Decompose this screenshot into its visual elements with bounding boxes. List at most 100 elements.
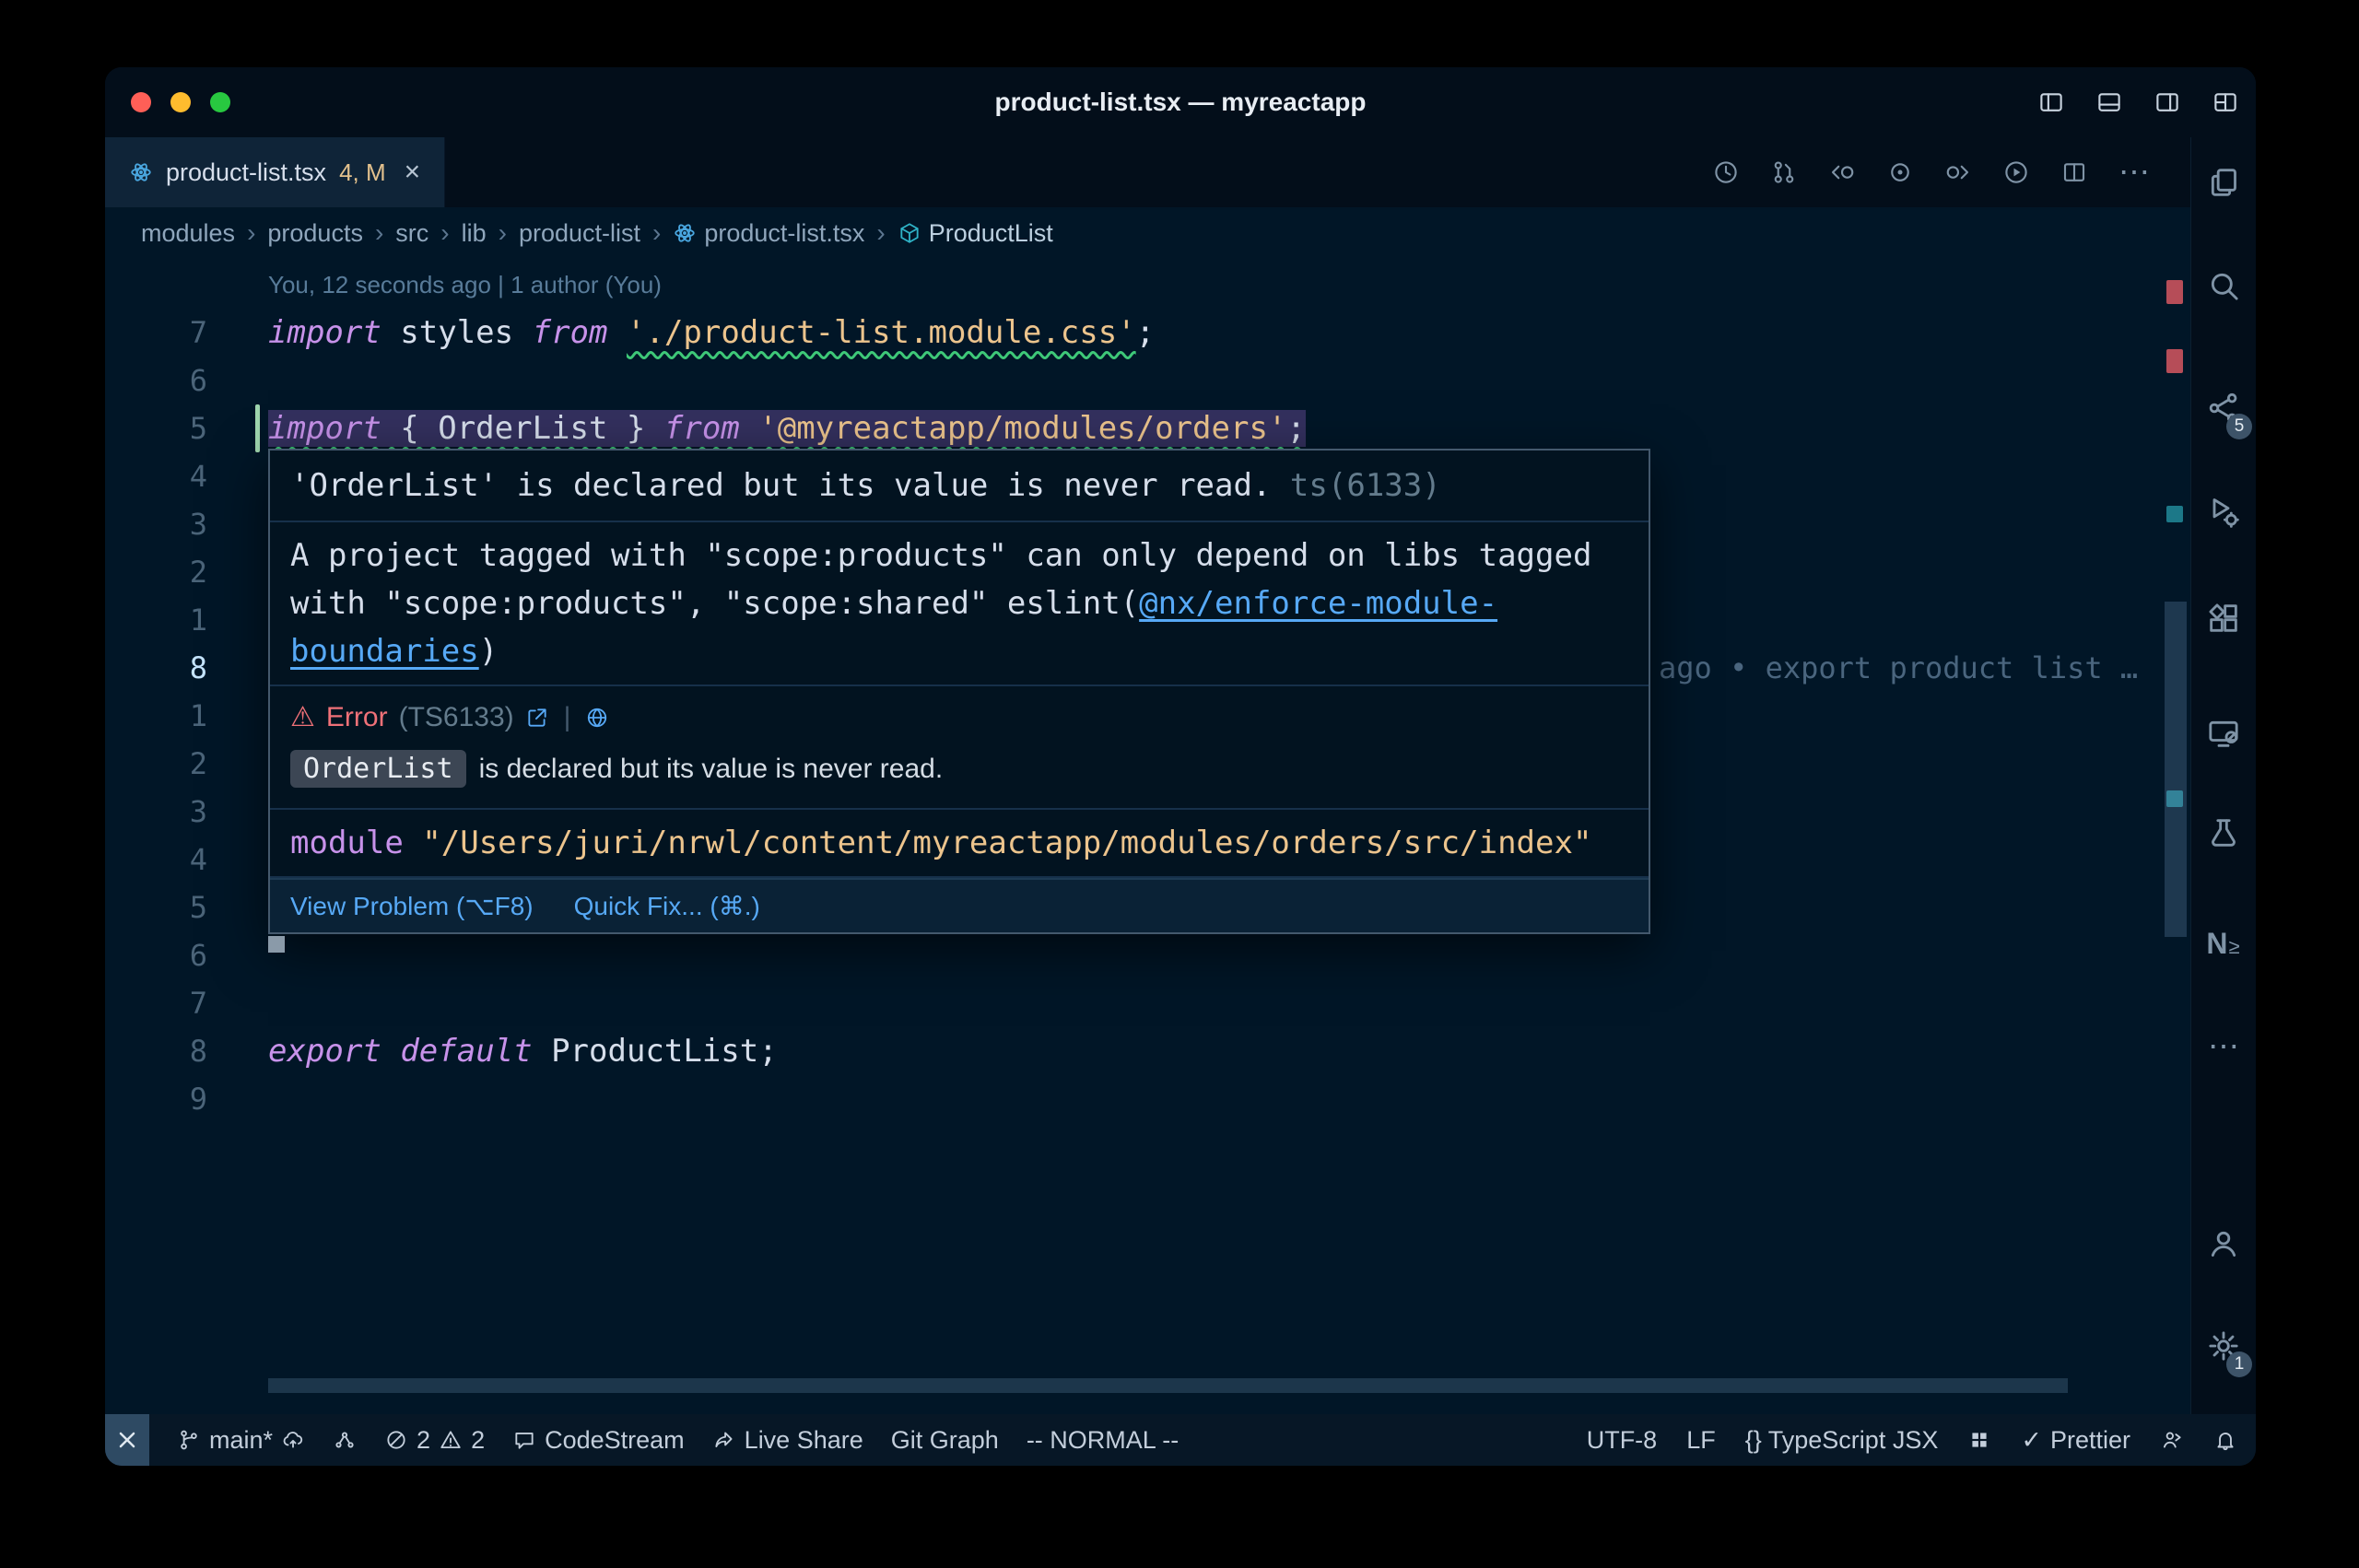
line-number[interactable]: 5 xyxy=(120,883,207,931)
open-external-icon[interactable] xyxy=(525,706,549,730)
breadcrumb-item-lib[interactable]: lib xyxy=(462,219,487,248)
close-tab-icon[interactable]: × xyxy=(399,157,421,188)
extensions-icon[interactable] xyxy=(2205,600,2242,637)
gitlens-authors-lens[interactable]: You, 12 seconds ago | 1 author (You) xyxy=(268,261,662,309)
line-number[interactable]: 2 xyxy=(120,548,207,596)
testing-flask-icon[interactable] xyxy=(2205,814,2242,851)
grid-status-icon[interactable] xyxy=(1967,1428,1991,1452)
git-compare-icon[interactable] xyxy=(1770,158,1798,186)
notifications-bell-icon[interactable] xyxy=(2213,1428,2237,1452)
code-line-import-orderlist[interactable]: import { OrderList } from '@myreactapp/m… xyxy=(268,404,1306,452)
line-number[interactable]: 7 xyxy=(120,979,207,1027)
chevron-right-icon: › xyxy=(247,218,255,248)
problems-status[interactable]: 2 2 xyxy=(384,1426,485,1455)
line-number[interactable]: 8 xyxy=(120,1027,207,1075)
encoding-status[interactable]: UTF-8 xyxy=(1587,1426,1658,1455)
symbol-badge: OrderList xyxy=(290,750,466,788)
prettier-status[interactable]: ✓ Prettier xyxy=(2021,1426,2130,1455)
search-icon[interactable] xyxy=(2205,267,2242,304)
overview-ruler-change-mark xyxy=(2166,506,2183,522)
breadcrumb: modules › products › src › lib › product… xyxy=(105,207,2190,259)
timeline-history-icon[interactable] xyxy=(1712,158,1740,186)
live-share-session-icon[interactable] xyxy=(2160,1428,2184,1452)
vim-mode-status[interactable]: -- NORMAL -- xyxy=(1027,1426,1179,1455)
horizontal-scrollbar[interactable] xyxy=(268,1378,2068,1393)
check-icon: ✓ xyxy=(2021,1426,2042,1455)
nav-forward-circle-icon[interactable] xyxy=(1944,158,1972,186)
live-share-status[interactable]: Live Share xyxy=(712,1426,863,1455)
language-mode-status[interactable]: {} TypeScript JSX xyxy=(1745,1426,1939,1455)
diagnostic-message: 'OrderList' is declared but its value is… xyxy=(270,451,1649,521)
remote-indicator-button[interactable] xyxy=(105,1414,149,1466)
run-file-icon[interactable] xyxy=(2002,158,2030,186)
line-number[interactable]: 3 xyxy=(120,500,207,548)
line-number[interactable]: 1 xyxy=(120,692,207,740)
view-problem-link[interactable]: View Problem (⌥F8) xyxy=(290,891,534,921)
code-viewport[interactable]: 7 6 5 4 3 2 1 8 1 2 3 4 5 6 7 8 9 You, 1… xyxy=(105,259,2190,1414)
main-row: product-list.tsx 4, M × ⋯ modules xyxy=(105,137,2256,1414)
git-graph-status[interactable]: Git Graph xyxy=(891,1426,999,1455)
git-graph-status-icon[interactable] xyxy=(333,1428,357,1452)
line-number[interactable]: 6 xyxy=(120,931,207,979)
react-file-icon xyxy=(673,221,697,245)
line-number[interactable]: 4 xyxy=(120,452,207,500)
vscode-window: product-list.tsx — myreactapp product xyxy=(105,67,2256,1466)
popup-resize-grip[interactable] xyxy=(268,936,285,953)
chevron-right-icon: › xyxy=(652,218,661,248)
share-arrow-icon xyxy=(712,1428,736,1452)
account-icon[interactable] xyxy=(2205,1225,2242,1262)
hover-actions: View Problem (⌥F8) Quick Fix... (⌘.) xyxy=(270,878,1649,932)
explorer-copy-files-icon[interactable] xyxy=(2205,164,2242,201)
desktop: product-list.tsx — myreactapp product xyxy=(0,0,2359,1568)
cloud-upload-icon xyxy=(281,1428,305,1452)
line-number[interactable]: 6 xyxy=(120,357,207,404)
hover-diagnostic-popup: 'OrderList' is declared but its value is… xyxy=(268,449,1650,934)
split-editor-icon[interactable] xyxy=(2060,158,2088,186)
line-number[interactable]: 1 xyxy=(120,596,207,644)
remote-explorer-icon[interactable] xyxy=(2205,715,2242,752)
line-number[interactable]: 2 xyxy=(120,740,207,788)
breadcrumb-item-products[interactable]: products xyxy=(267,219,363,248)
breadcrumb-item-src[interactable]: src xyxy=(395,219,428,248)
toggle-primary-sidebar-icon[interactable] xyxy=(2037,88,2065,116)
nx-console-icon[interactable]: N≥ xyxy=(2206,927,2240,961)
git-branch-status[interactable]: main* xyxy=(177,1426,305,1455)
settings-badge: 1 xyxy=(2226,1352,2252,1377)
code-line-export-default[interactable]: export default ProductList; xyxy=(268,1027,778,1075)
title-bar: product-list.tsx — myreactapp xyxy=(105,67,2256,137)
line-number[interactable]: 3 xyxy=(120,788,207,836)
current-line-number[interactable]: 8 xyxy=(120,644,207,692)
module-path-row: module "/Users/juri/nrwl/content/myreact… xyxy=(270,810,1649,876)
breadcrumb-item-modules[interactable]: modules xyxy=(141,219,235,248)
record-circle-icon[interactable] xyxy=(1886,158,1914,186)
overview-ruler-error-mark xyxy=(2166,349,2183,373)
quick-fix-link[interactable]: Quick Fix... (⌘.) xyxy=(574,891,760,921)
toggle-panel-icon[interactable] xyxy=(2095,88,2123,116)
nav-back-circle-icon[interactable] xyxy=(1828,158,1856,186)
line-number[interactable]: 4 xyxy=(120,836,207,883)
status-bar: main* 2 2 CodeStream Live Share Git Grap… xyxy=(105,1414,2256,1466)
vertical-scrollbar[interactable] xyxy=(2165,602,2187,937)
breadcrumb-file[interactable]: product-list.tsx xyxy=(673,219,864,248)
codestream-status[interactable]: CodeStream xyxy=(512,1426,685,1455)
more-actions-icon[interactable]: ⋯ xyxy=(2118,158,2150,186)
code-line-import-styles[interactable]: import styles from './product-list.modul… xyxy=(268,309,1155,357)
toggle-secondary-sidebar-icon[interactable] xyxy=(2154,88,2181,116)
tab-product-list[interactable]: product-list.tsx 4, M × xyxy=(105,137,445,207)
error-header-row: ⚠ Error(TS6133) | xyxy=(270,686,1649,739)
error-code: (TS6133) xyxy=(399,702,514,733)
more-views-icon[interactable]: ⋯ xyxy=(2208,1033,2239,1060)
line-number[interactable]: 9 xyxy=(120,1075,207,1123)
scm-badge: 5 xyxy=(2226,414,2252,439)
tab-label: product-list.tsx xyxy=(166,158,326,187)
eol-status[interactable]: LF xyxy=(1686,1426,1716,1455)
globe-docs-icon[interactable] xyxy=(585,706,609,730)
line-number[interactable]: 7 xyxy=(120,309,207,357)
gitlens-inline-blame: ago • export product list … xyxy=(1659,644,2138,692)
customize-layout-icon[interactable] xyxy=(2212,88,2239,116)
line-number[interactable]: 5 xyxy=(120,404,207,452)
breadcrumb-symbol[interactable]: ProductList xyxy=(898,219,1053,248)
symbol-description-row: OrderList is declared but its value is n… xyxy=(270,739,1649,808)
run-gear-icon[interactable] xyxy=(2205,493,2242,530)
breadcrumb-item-product-list[interactable]: product-list xyxy=(519,219,640,248)
